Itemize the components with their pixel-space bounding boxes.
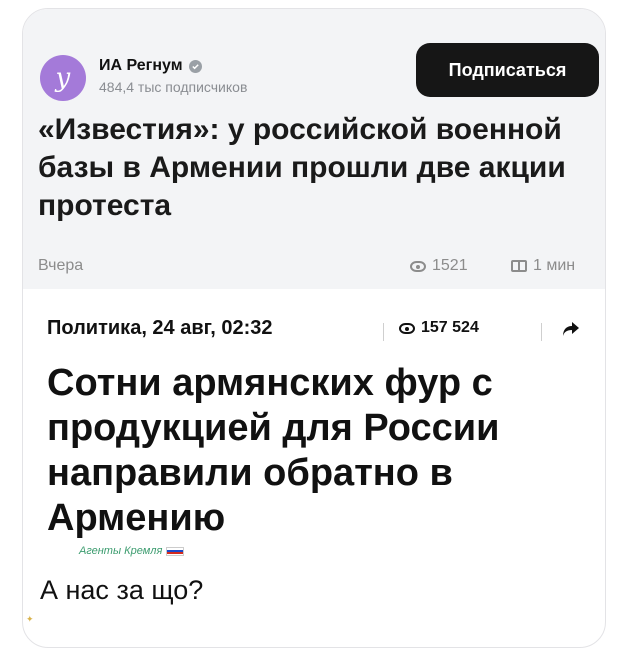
avatar-letter: у bbox=[55, 63, 71, 93]
share-icon[interactable] bbox=[561, 319, 581, 339]
post-views: 1521 bbox=[410, 257, 468, 275]
post-headline[interactable]: «Известия»: у российской военной базы в … bbox=[38, 111, 578, 225]
russia-flag-icon bbox=[166, 546, 185, 556]
channel-name[interactable]: ИА Регнум bbox=[99, 57, 202, 75]
eye-icon bbox=[410, 260, 426, 272]
subscribe-button[interactable]: Подписаться bbox=[416, 43, 599, 97]
post-date: Вчера bbox=[38, 257, 84, 274]
source-label: Агенты Кремля bbox=[79, 545, 163, 557]
channel-name-text: ИА Регнум bbox=[99, 57, 183, 74]
eye-icon bbox=[399, 322, 415, 334]
embedded-screenshot: Политика, 24 авг, 02:32 157 524 Сотни ар… bbox=[33, 295, 597, 595]
subscriber-count: 484,4 тыс подписчиков bbox=[99, 79, 248, 95]
embedded-category-date: Политика, 24 авг, 02:32 bbox=[47, 317, 273, 339]
embedded-views-count: 157 524 bbox=[421, 319, 479, 336]
comment-text: А нас за що? bbox=[40, 575, 204, 605]
divider bbox=[541, 323, 542, 341]
book-icon bbox=[511, 260, 527, 272]
divider bbox=[383, 323, 384, 341]
post-card: у ИА Регнум 484,4 тыс подписчиков Подпис… bbox=[22, 8, 606, 648]
post-read-time: 1 мин bbox=[511, 257, 575, 275]
channel-avatar[interactable]: у bbox=[40, 55, 86, 101]
embedded-source: Агенты Кремля bbox=[79, 545, 185, 557]
sparkle-icon: ✦ bbox=[26, 614, 34, 624]
embedded-views: 157 524 bbox=[399, 319, 479, 337]
verified-icon bbox=[188, 59, 202, 73]
post-views-count: 1521 bbox=[432, 257, 468, 274]
embedded-title: Сотни армянских фур с продукцией для Рос… bbox=[47, 362, 500, 539]
post-read-time-text: 1 мин bbox=[533, 257, 576, 274]
